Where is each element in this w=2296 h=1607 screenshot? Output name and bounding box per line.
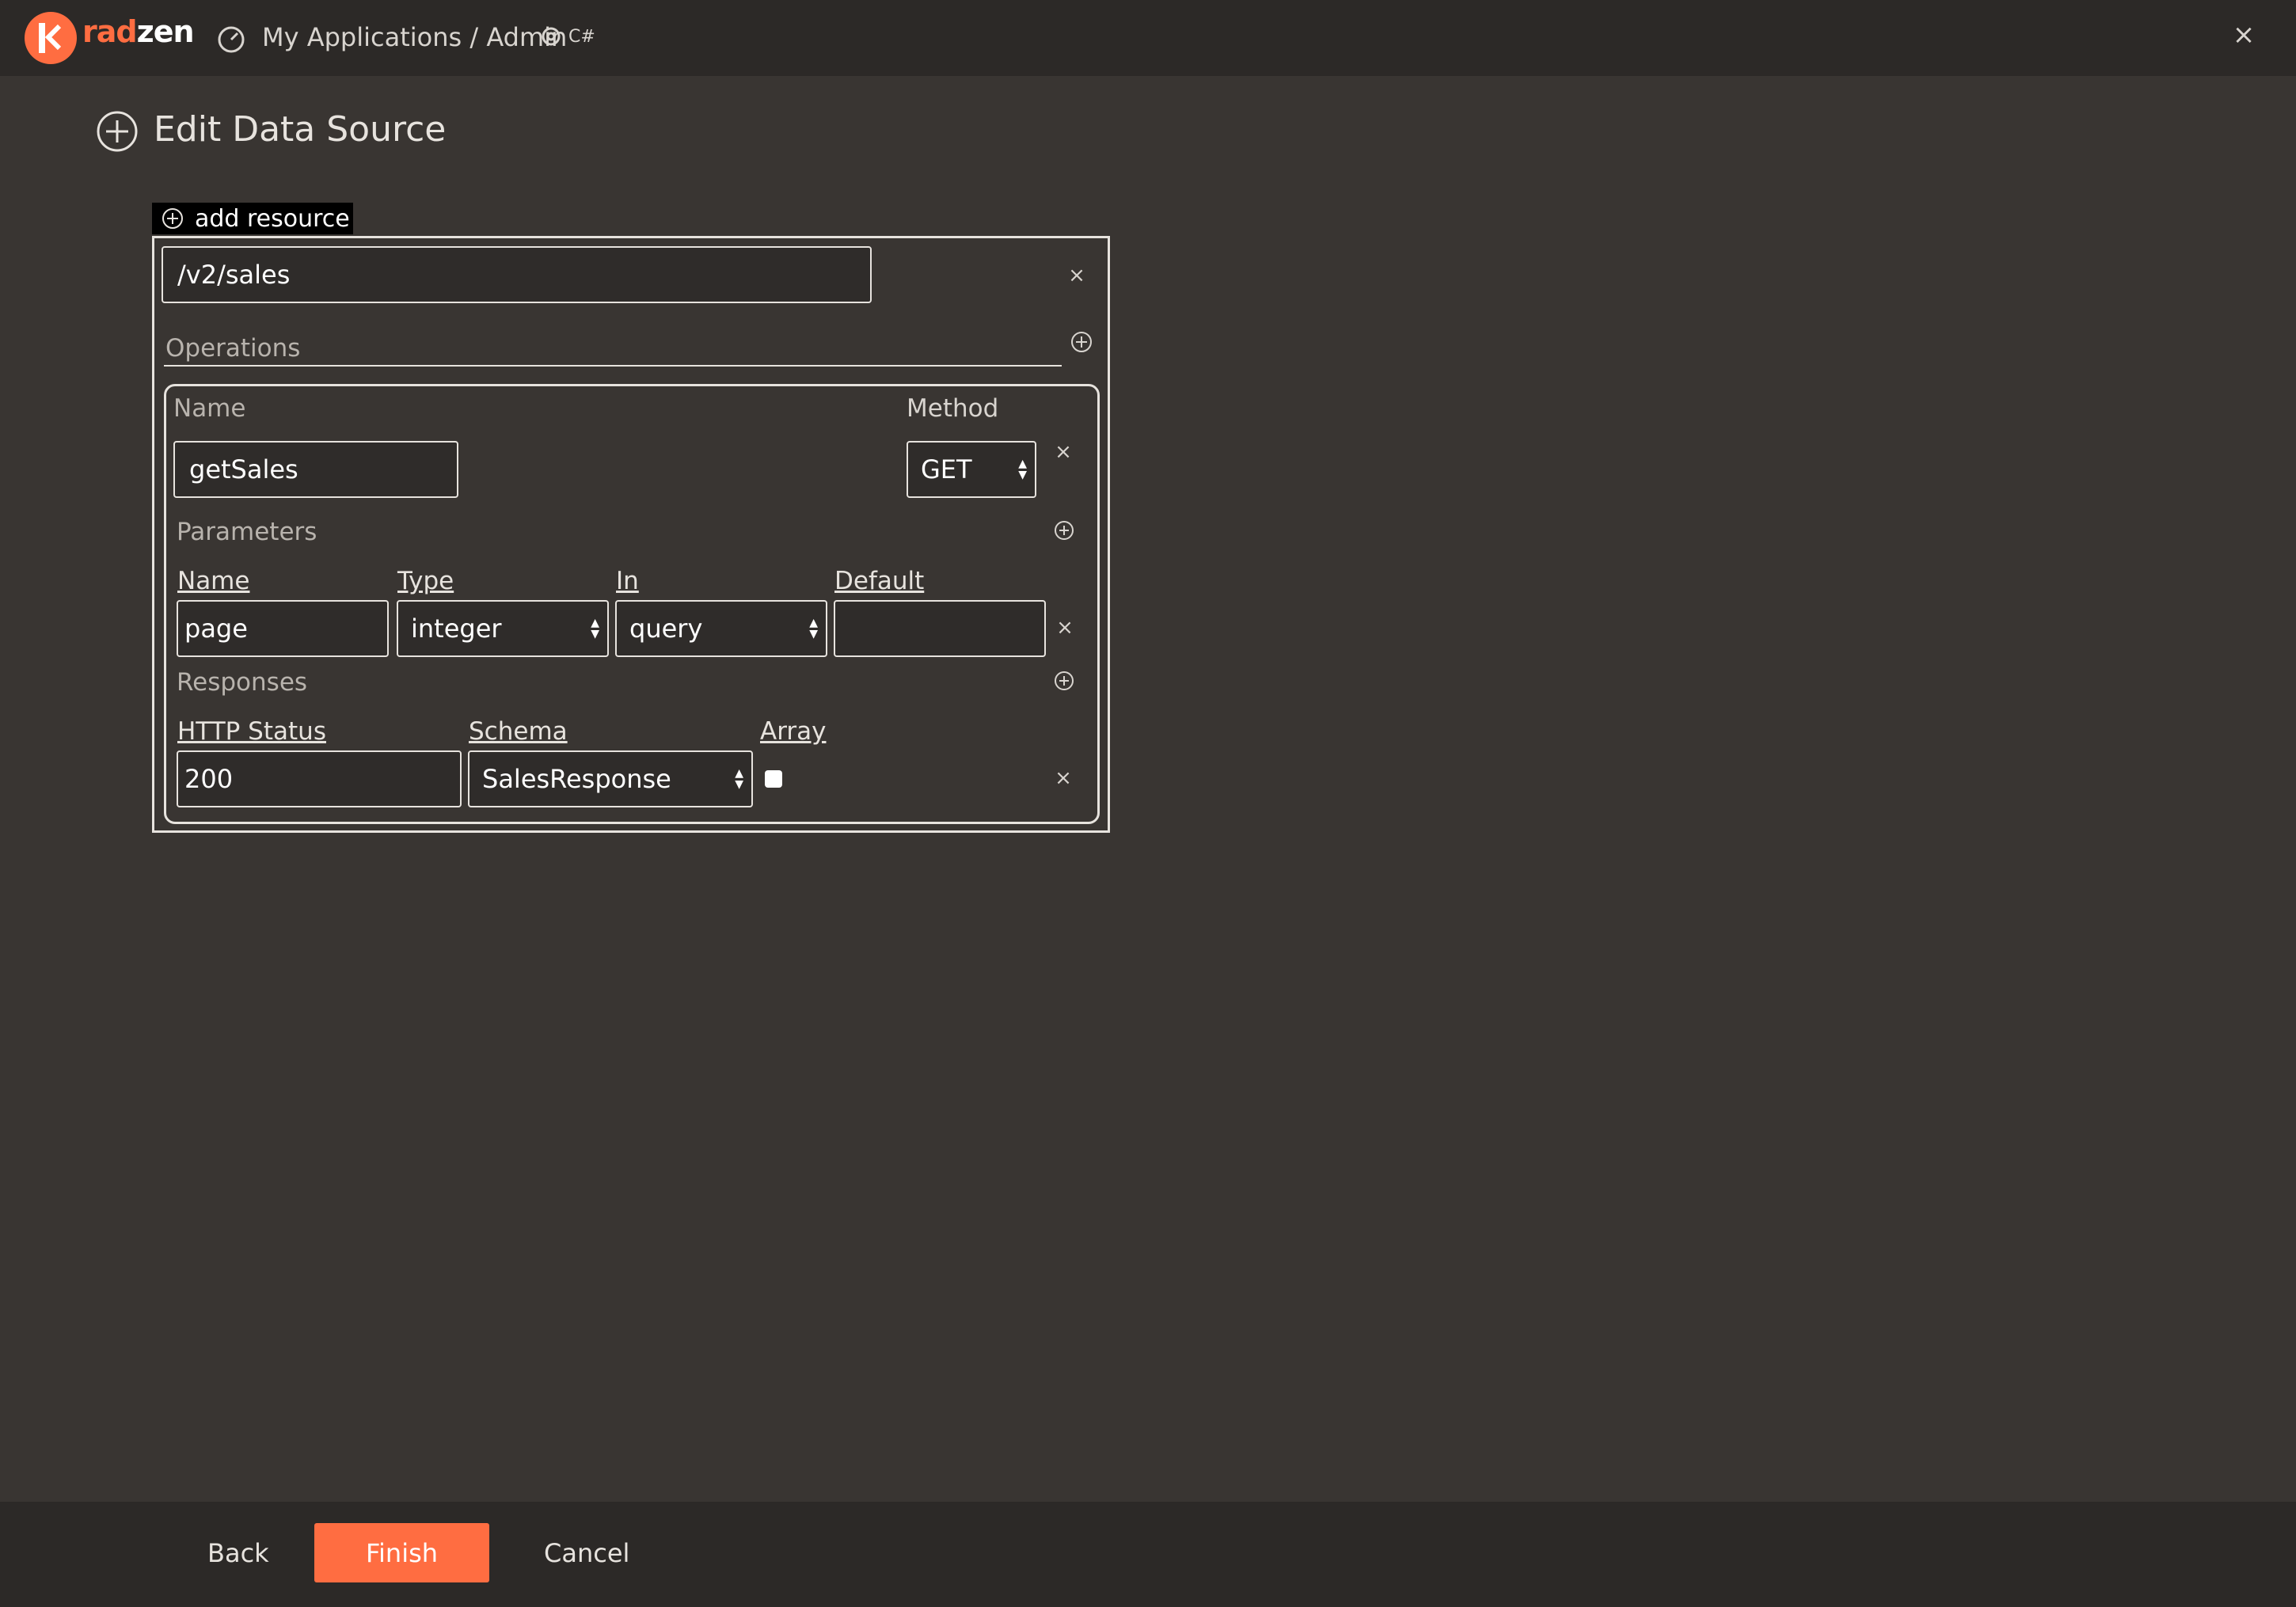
select-arrows-icon: ▲ ▼ [809, 617, 818, 640]
add-operation-plus-icon[interactable] [1070, 330, 1093, 354]
response-schema-header: Schema [469, 717, 568, 746]
add-resource-button[interactable]: add resource [152, 203, 353, 234]
response-status-header: HTTP Status [177, 717, 326, 746]
breadcrumb[interactable]: My Applications / Admin [262, 22, 567, 52]
remove-resource-close-icon[interactable]: × [1065, 264, 1089, 287]
response-schema-value: SalesResponse [482, 764, 671, 794]
method-select-value: GET [921, 454, 972, 484]
param-type-select[interactable]: integer ▲ ▼ [397, 600, 609, 657]
logo-wordmark: radzen [82, 14, 195, 49]
remove-parameter-close-icon[interactable]: × [1053, 616, 1077, 640]
select-arrows-icon: ▲ ▼ [735, 767, 743, 791]
add-parameter-plus-icon[interactable] [1053, 519, 1075, 541]
dashboard-icon[interactable] [215, 24, 247, 55]
operation-name-label: Name [173, 394, 246, 423]
resource-path-input[interactable]: /v2/sales [162, 246, 872, 303]
close-icon[interactable]: × [2228, 19, 2260, 51]
top-bar: radzen My Applications / Admin C# × [0, 0, 2296, 76]
operations-label: Operations [165, 334, 301, 363]
select-arrows-icon: ▲ ▼ [1018, 458, 1027, 481]
operation-panel: Name Method getSales GET ▲ ▼ × Parameters… [164, 384, 1100, 824]
response-status-input[interactable]: 200 [177, 750, 462, 807]
framework-badge: C# [568, 27, 595, 47]
param-name-input[interactable]: page [177, 600, 389, 657]
cancel-button[interactable]: Cancel [544, 1538, 629, 1568]
param-name-header: Name [177, 567, 250, 595]
remove-operation-close-icon[interactable]: × [1051, 440, 1075, 464]
response-schema-select[interactable]: SalesResponse ▲ ▼ [468, 750, 753, 807]
page-title: Edit Data Source [154, 109, 447, 150]
param-default-header: Default [834, 567, 925, 595]
remove-response-close-icon[interactable]: × [1051, 766, 1075, 790]
back-button[interactable]: Back [207, 1538, 269, 1568]
response-array-checkbox[interactable] [765, 770, 782, 788]
operations-divider [164, 365, 1062, 367]
param-in-value: query [629, 614, 703, 644]
param-type-value: integer [411, 614, 502, 644]
operation-name-input[interactable]: getSales [173, 441, 458, 498]
add-resource-label: add resource [195, 204, 350, 233]
radzen-logo-icon [25, 12, 77, 64]
param-in-select[interactable]: query ▲ ▼ [615, 600, 827, 657]
add-circle-icon [97, 111, 138, 152]
response-array-header: Array [760, 717, 827, 746]
responses-label: Responses [177, 668, 308, 697]
select-arrows-icon: ▲ ▼ [591, 617, 599, 640]
add-response-plus-icon[interactable] [1053, 670, 1075, 692]
plus-circle-icon [162, 208, 183, 229]
param-default-input[interactable] [834, 600, 1046, 657]
param-in-header: In [616, 567, 639, 595]
method-select[interactable]: GET ▲ ▼ [907, 441, 1036, 498]
finish-button[interactable]: Finish [314, 1523, 489, 1582]
parameters-label: Parameters [177, 518, 317, 546]
method-label: Method [907, 394, 999, 423]
csharp-icon: C# [540, 24, 595, 48]
param-type-header: Type [397, 567, 454, 595]
resource-panel: /v2/sales × Operations Name Method getSa… [152, 236, 1110, 833]
